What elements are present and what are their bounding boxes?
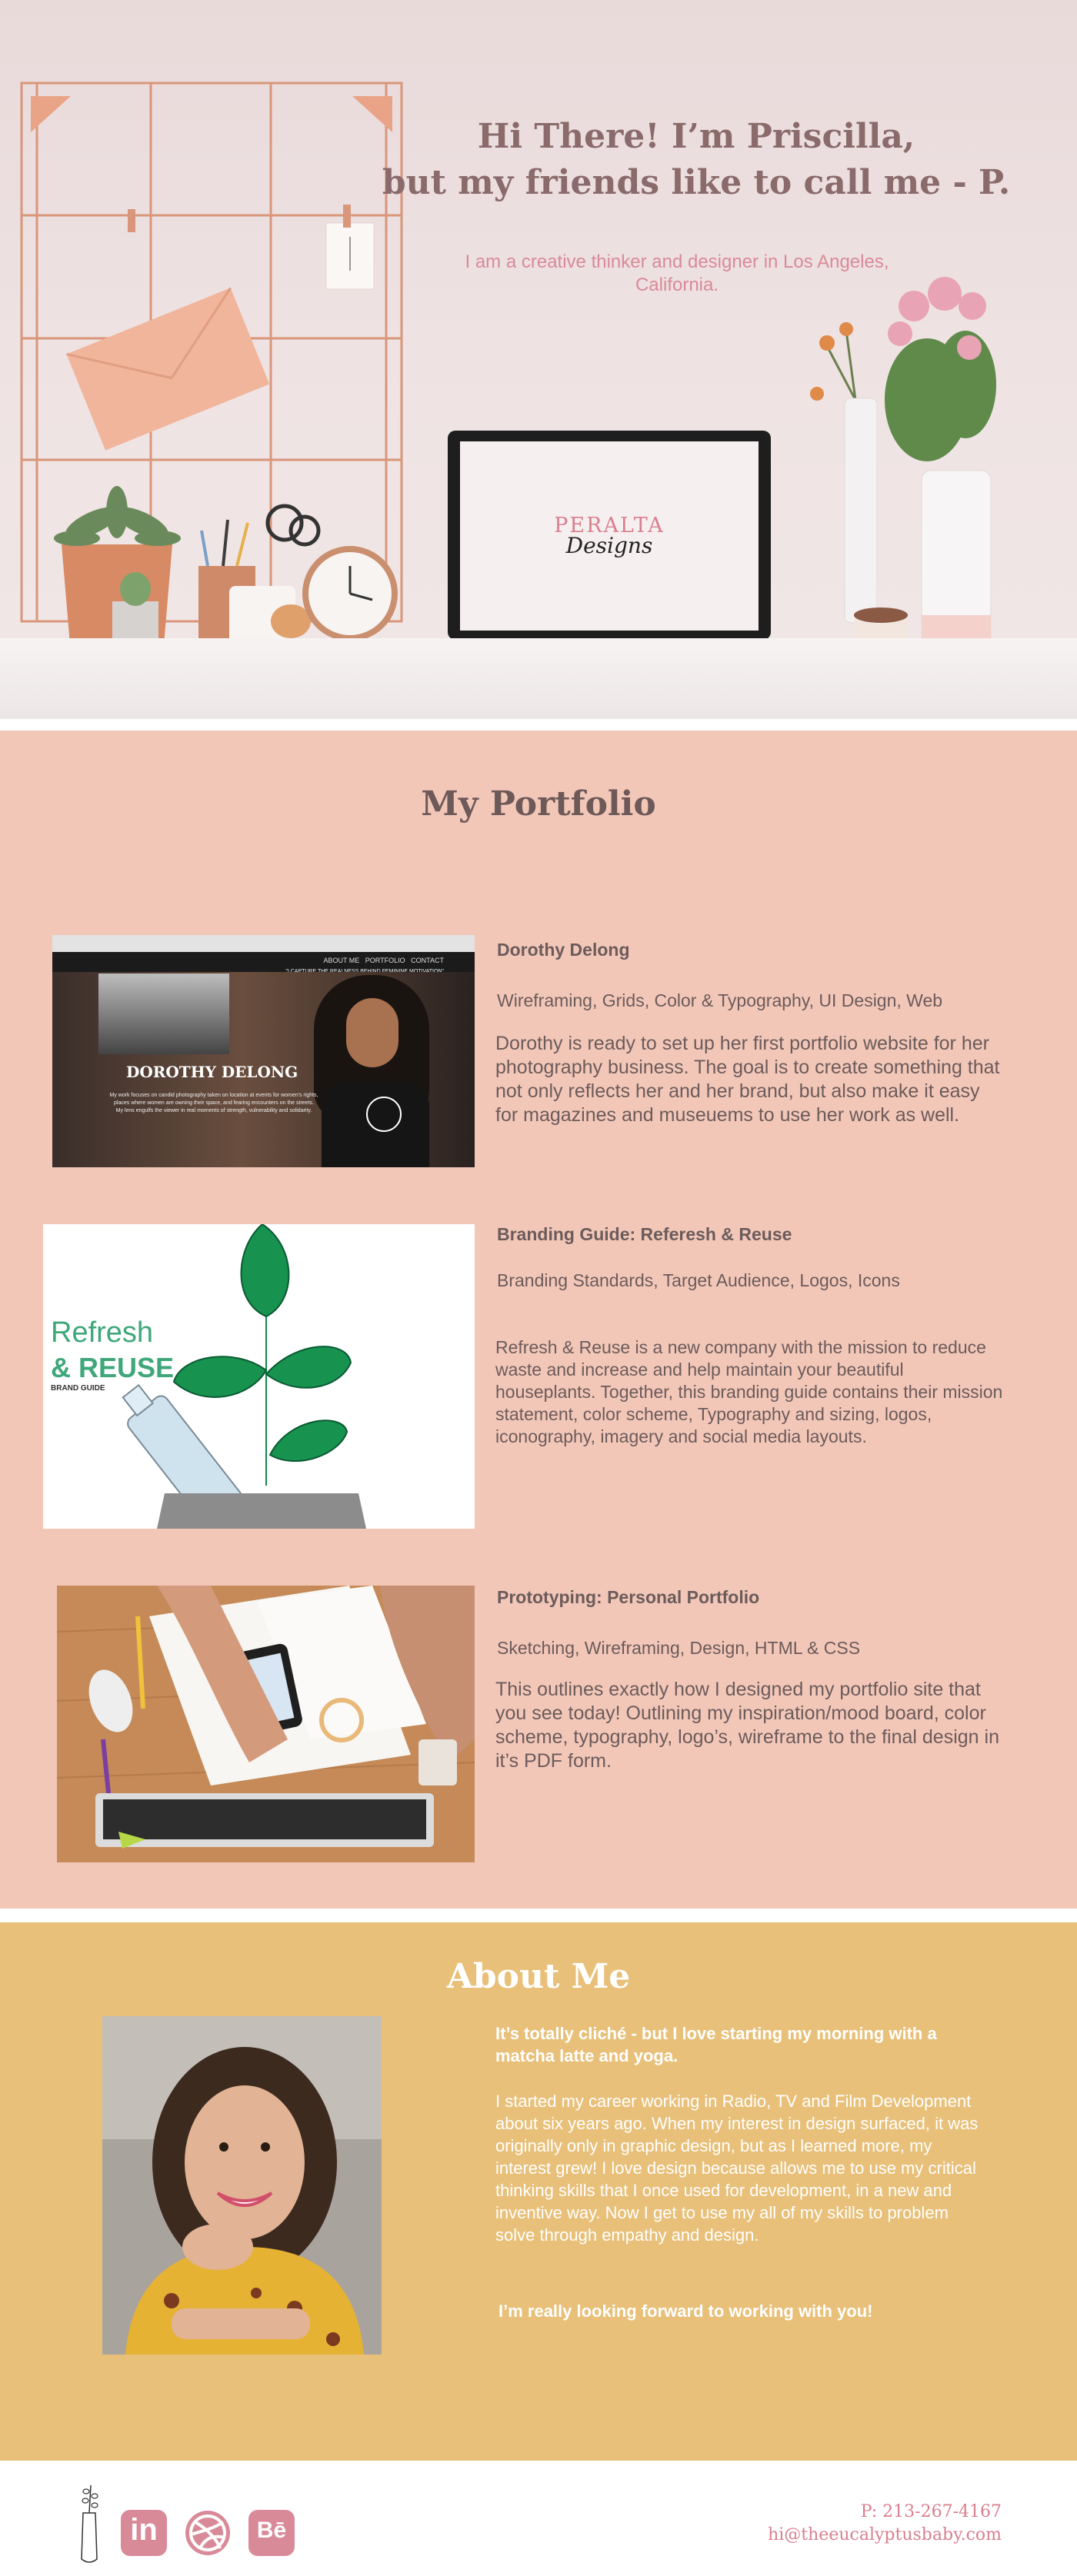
footer: in Bē P: 213-267-4167 hi@theeucalyptusba… (0, 2461, 1077, 2576)
laptop-logo-script: Designs (565, 533, 653, 558)
project-refresh-reuse-thumbnail[interactable]: Refresh & REUSE BRAND GUIDE (43, 1224, 475, 1529)
about-section: About Me It’s totally cliché - but I lov… (0, 1922, 1077, 2461)
nav-link-portfolio: PORTFOLIO (365, 957, 405, 964)
desk-sketching-photo (57, 1586, 475, 1862)
portfolio-section: My Portfolio ABOUT ME PORTFOLIO CONTACT … (0, 731, 1077, 1909)
project-1-description: Dorothy is ready to set up her first por… (495, 1033, 1000, 1126)
about-portrait-photo (102, 2016, 382, 2355)
brand-word-refresh: Refresh (51, 1316, 154, 1349)
thumbnail-inset-photo (98, 973, 229, 1054)
nav-link-contact: CONTACT (411, 957, 444, 964)
thumbnail-blurb-line-2: places where women are owning their spac… (114, 1100, 314, 1106)
hero-title-line-1: Hi There! I’m Priscilla, (477, 117, 915, 156)
hero-title-line-2: but my friends like to call me - P. (382, 163, 1011, 202)
contact-info: P: 213-267-4167 hi@theeucalyptusbaby.com (768, 2501, 1002, 2547)
about-closing-text: I’m really looking forward to working wi… (498, 2301, 873, 2321)
hero-desk-illustration (20, 82, 996, 672)
contact-email[interactable]: hi@theeucalyptusbaby.com (768, 2524, 1002, 2547)
eucalyptus-vase-logo-icon (81, 2484, 98, 2563)
thumbnail-nav-links: ABOUT ME PORTFOLIO CONTACT (323, 957, 444, 964)
thumbnail-browser-bar (52, 935, 475, 952)
brand-guide-caption: BRAND GUIDE (51, 1384, 105, 1393)
project-1-tags: Wireframing, Grids, Color & Typography, … (497, 990, 943, 1010)
dribbble-icon[interactable] (183, 2508, 232, 2558)
thumbnail-blurb-line-1: My work focuses on candid photography ta… (109, 1093, 318, 1098)
desk-surface (0, 638, 1077, 719)
brand-word-reuse: & REUSE (51, 1352, 175, 1383)
thumbnail-badge (366, 1097, 402, 1132)
project-personal-portfolio-thumbnail[interactable] (57, 1586, 475, 1862)
linkedin-icon[interactable]: in (119, 2508, 168, 2558)
behance-icon[interactable]: Bē (247, 2508, 296, 2558)
thumbnail-blurb: My work focuses on candid photography ta… (106, 1092, 322, 1115)
thumbnail-portrait (306, 975, 437, 1167)
project-3-title[interactable]: Prototyping: Personal Portfolio (497, 1587, 759, 1608)
project-2-title[interactable]: Branding Guide: Referesh & Reuse (497, 1224, 792, 1245)
portrait-face (346, 998, 398, 1067)
about-lead-text: It’s totally cliché - but I love startin… (495, 2024, 937, 2065)
thumbnail-name: DOROTHY DELONG (126, 1063, 298, 1081)
project-2-tags: Branding Standards, Target Audience, Log… (497, 1270, 900, 1290)
about-body-text: I started my career working in Radio, TV… (495, 2092, 979, 2245)
hero-subtitle: I am a creative thinker and designer in … (465, 251, 889, 295)
laptop-logo: PERALTA Designs (462, 514, 757, 558)
project-1-title[interactable]: Dorothy Delong (497, 940, 630, 960)
project-3-description: This outlines exactly how I designed my … (495, 1679, 999, 1772)
thumbnail-blurb-line-3: My lens engulfs the viewer in real momen… (115, 1108, 312, 1113)
hero-title: Hi There! I’m Priscilla, but my friends … (369, 114, 1023, 206)
about-heading: About Me (446, 1957, 631, 1996)
project-2-description: Refresh & Reuse is a new company with th… (495, 1337, 1003, 1446)
project-3-tags: Sketching, Wireframing, Design, HTML & C… (497, 1638, 861, 1658)
project-dorothy-delong-thumbnail[interactable]: ABOUT ME PORTFOLIO CONTACT "I CAPTURE TH… (52, 935, 475, 1167)
hero-section: PERALTA Designs Hi There! I’m Priscilla,… (0, 0, 1077, 719)
portfolio-heading: My Portfolio (421, 784, 656, 824)
portrait-illustration (102, 2016, 382, 2355)
linkedin-label: in (130, 2513, 158, 2547)
behance-label: Bē (256, 2518, 287, 2543)
contact-phone[interactable]: P: 213-267-4167 (768, 2501, 1002, 2524)
nav-link-about: ABOUT ME (323, 957, 360, 964)
